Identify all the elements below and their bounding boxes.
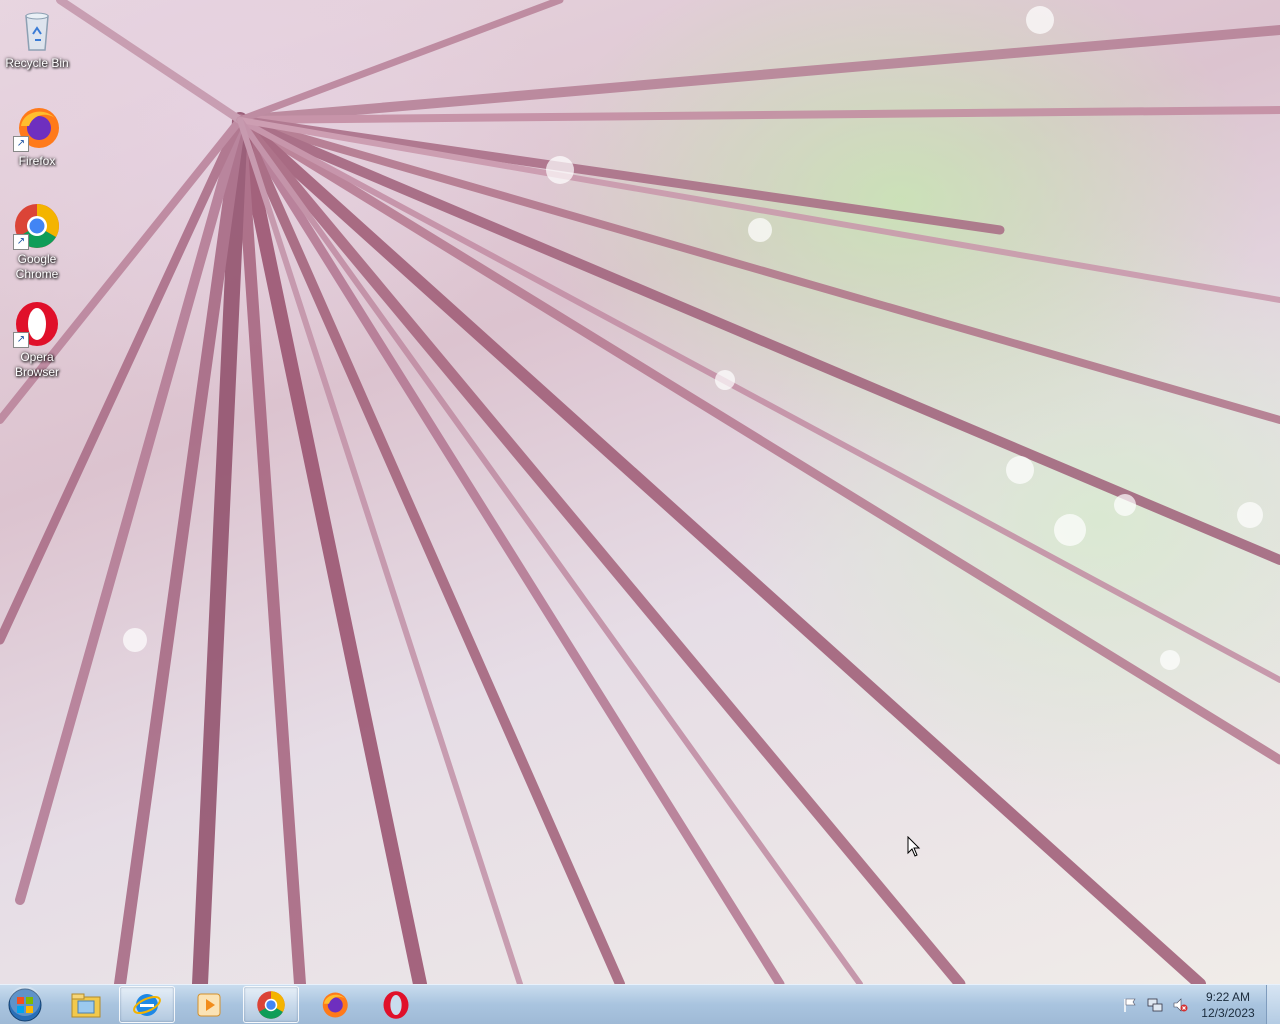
taskbar: 9:22 AM 12/3/2023 xyxy=(0,984,1280,1024)
clock-time: 9:22 AM xyxy=(1205,990,1251,1004)
taskbar-firefox[interactable] xyxy=(306,986,362,1023)
taskbar-opera[interactable] xyxy=(368,986,424,1023)
chrome-icon xyxy=(257,990,285,1019)
windows-start-icon xyxy=(8,986,42,1022)
firefox-icon: ↗ xyxy=(13,104,61,152)
network-icon[interactable] xyxy=(1147,997,1163,1013)
system-clock[interactable]: 9:22 AM 12/3/2023 xyxy=(1190,989,1266,1021)
shortcut-arrow-icon: ↗ xyxy=(13,136,29,152)
volume-muted-icon[interactable] xyxy=(1172,997,1188,1013)
desktop-icon-label: Firefox xyxy=(18,154,56,168)
desktop-icon-google-chrome[interactable]: ↗ Google Chrome xyxy=(2,202,72,282)
desktop-icon-opera-browser[interactable]: ↗ Opera Browser xyxy=(2,300,72,380)
chrome-icon: ↗ xyxy=(13,202,61,250)
opera-icon: ↗ xyxy=(13,300,61,348)
mouse-cursor-icon xyxy=(907,835,921,863)
show-desktop-button[interactable] xyxy=(1266,985,1280,1024)
taskbar-chrome[interactable] xyxy=(243,986,299,1023)
action-center-flag-icon[interactable] xyxy=(1122,997,1138,1013)
taskbar-file-explorer[interactable] xyxy=(58,986,114,1023)
start-button[interactable] xyxy=(5,986,45,1023)
taskbar-media-player[interactable] xyxy=(181,986,237,1023)
shortcut-arrow-icon: ↗ xyxy=(13,332,29,348)
desktop-icon-recycle-bin[interactable]: Recycle Bin xyxy=(2,6,72,71)
internet-explorer-icon xyxy=(133,993,161,1016)
desktop-icon-firefox[interactable]: ↗ Firefox xyxy=(2,104,72,169)
desktop-icon-label: Recycle Bin xyxy=(5,56,69,70)
opera-icon xyxy=(383,990,409,1019)
wallpaper-stems xyxy=(0,0,1280,984)
shortcut-arrow-icon: ↗ xyxy=(13,234,29,250)
desktop-icon-label: Opera Browser xyxy=(14,350,59,379)
media-player-icon xyxy=(197,993,221,1016)
taskbar-internet-explorer[interactable] xyxy=(119,986,175,1023)
desktop-icon-label: Google Chrome xyxy=(15,252,59,281)
firefox-icon xyxy=(322,992,348,1017)
desktop-wallpaper xyxy=(0,0,1280,984)
clock-date: 12/3/2023 xyxy=(1201,1006,1255,1020)
recycle-bin-icon xyxy=(13,6,61,54)
file-explorer-icon xyxy=(71,993,101,1017)
